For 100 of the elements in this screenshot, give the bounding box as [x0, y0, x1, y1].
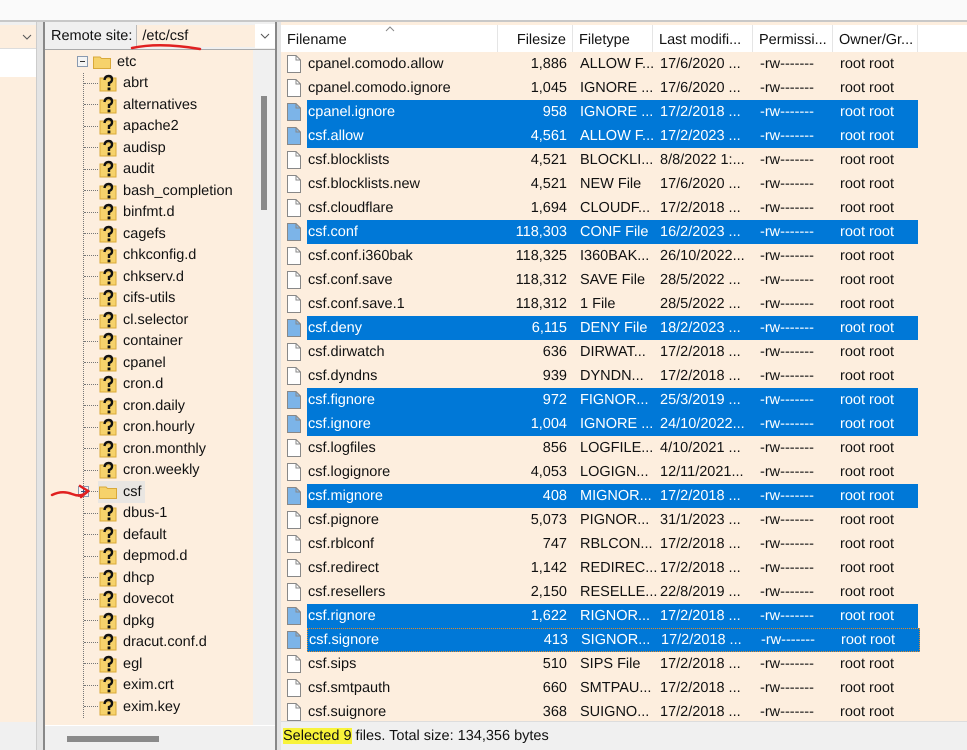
tree-item[interactable]: csf	[98, 481, 145, 502]
file-icon	[287, 223, 301, 241]
question-icon	[99, 354, 117, 372]
tree-item[interactable]: binfmt.d	[98, 202, 178, 223]
table-cell-text: csf.deny	[307, 320, 363, 336]
file-row[interactable]: csf.resellers 2,150 RESELLE... 22/8/2019 ... -rw------- root root	[307, 580, 918, 604]
tree-item[interactable]: dpkg	[98, 610, 158, 632]
question-icon	[99, 224, 117, 243]
table-cell-text: 16/2/2023 ...	[659, 224, 742, 240]
table-cell-text: 1,142	[530, 560, 568, 576]
file-row[interactable]: csf.cloudflare 1,694 CLOUDF... 17/2/2018 ... -rw------- root root	[307, 196, 918, 220]
table-cell-text: 17/2/2018 ...	[659, 368, 742, 384]
tree-item[interactable]: alternatives	[98, 94, 200, 116]
tree-item[interactable]: cpanel	[98, 352, 169, 374]
file-icon	[287, 271, 301, 289]
file-row[interactable]: csf.logfiles 856 LOGFILE... 4/10/2021 ... -rw------- root root	[307, 436, 918, 460]
table-cell-text: MIGNOR...	[579, 488, 653, 504]
file-row[interactable]: csf.redirect 1,142 REDIREC... 17/2/2018 ... -rw------- root root	[307, 556, 918, 580]
tree-item[interactable]: dhcp	[98, 567, 158, 588]
file-row[interactable]: csf.deny 6,115 DENY File 18/2/2023 ... -rw------- root root	[307, 316, 918, 340]
tree-item[interactable]: exim.crt	[98, 674, 177, 696]
tree-item[interactable]: container	[98, 330, 186, 352]
tree-item[interactable]: dbus-1	[98, 502, 170, 524]
table-cell-text: root root	[839, 440, 895, 456]
tree-item[interactable]: dovecot	[98, 588, 177, 610]
tree-item[interactable]: chkconfig.d	[98, 244, 200, 266]
tree-item[interactable]: audisp	[98, 137, 169, 158]
file-row[interactable]: csf.signore 413 SIGNOR... 17/2/2018 ... -rw------- root root	[307, 628, 920, 652]
tree-item[interactable]: egl	[98, 653, 146, 674]
table-cell-text: csf.mignore	[307, 488, 384, 504]
file-row[interactable]: csf.conf 118,303 CONF File 16/2/2023 ... -rw------- root root	[307, 220, 918, 244]
table-cell-text: 958	[542, 104, 568, 120]
table-cell-text: csf.resellers	[307, 584, 386, 600]
table-cell-text: csf.dirwatch	[307, 344, 386, 360]
table-cell-text: 5,073	[530, 512, 568, 528]
tree-item[interactable]: audit	[98, 158, 158, 180]
scrollbar-thumb[interactable]	[261, 96, 267, 210]
table-cell-text: 17/2/2018 ...	[659, 680, 742, 696]
tree-item[interactable]: cagefs	[98, 223, 169, 244]
file-row[interactable]: csf.conf.save.1 118,312 1 File 28/5/2022 ... -rw------- root root	[307, 292, 918, 316]
splitter[interactable]	[37, 22, 45, 750]
tree-item[interactable]: cron.hourly	[98, 416, 198, 438]
file-row[interactable]: csf.blocklists 4,521 BLOCKLI... 8/8/2022 1:... -rw------- root root	[307, 148, 918, 172]
table-cell-text: 1,045	[530, 80, 568, 96]
tree-item[interactable]: cron.weekly	[98, 460, 203, 481]
file-row[interactable]: csf.dyndns 939 DYNDN... 17/2/2018 ... -rw------- root root	[307, 364, 918, 388]
file-row[interactable]: csf.conf.save 118,312 SAVE File 28/5/2022 ... -rw------- root root	[307, 268, 918, 292]
remote-site-field[interactable]: /etc/csf	[136, 24, 255, 46]
table-cell-text: DYNDN...	[579, 368, 645, 384]
file-row[interactable]: csf.logignore 4,053 LOGIGN... 12/11/2021... -rw------- root root	[307, 460, 918, 484]
local-site-field[interactable]	[0, 25, 36, 49]
table-cell-text: 17/2/2018 ...	[659, 104, 742, 120]
file-row[interactable]: cpanel.comodo.ignore 1,045 IGNORE ... 17/6/2020 ... -rw------- root root	[307, 76, 918, 100]
table-cell-text: -rw-------	[759, 224, 815, 240]
table-cell-text: 4,561	[530, 128, 568, 144]
tree-item[interactable]: etc	[92, 51, 140, 72]
table-cell-text: -rw-------	[759, 104, 815, 120]
tree-item[interactable]: bash_completion	[98, 180, 236, 202]
question-icon	[99, 654, 117, 673]
tree-item[interactable]: exim.key	[98, 696, 184, 718]
splitter[interactable]	[275, 22, 281, 750]
tree-item[interactable]: depmod.d	[98, 546, 190, 567]
file-row[interactable]: csf.smtpauth 660 SMTPAU... 17/2/2018 ... -rw------- root root	[307, 676, 918, 700]
tree-item[interactable]: cl.selector	[98, 309, 192, 330]
file-row[interactable]: cpanel.ignore 958 IGNORE ... 17/2/2018 ... -rw------- root root	[307, 100, 918, 124]
file-row[interactable]: csf.rblconf 747 RBLCON... 17/2/2018 ... -rw------- root root	[307, 532, 918, 556]
tree-item[interactable]: default	[98, 524, 170, 546]
file-row[interactable]: csf.conf.i360bak 118,325 I360BAK... 26/10/2022... -rw------- root root	[307, 244, 918, 268]
file-row[interactable]: csf.suignore 368 SUIGNO... 17/2/2018 ... -rw------- root root	[307, 700, 918, 721]
table-cell-text: 747	[542, 536, 568, 552]
file-row[interactable]: csf.mignore 408 MIGNOR... 17/2/2018 ... -rw------- root root	[307, 484, 918, 508]
table-cell-text: 2,150	[530, 584, 568, 600]
table-cell-text: csf.pignore	[307, 512, 380, 528]
table-cell-text: csf.conf	[307, 224, 359, 240]
file-row[interactable]: csf.pignore 5,073 PIGNOR... 31/1/2023 ... -rw------- root root	[307, 508, 918, 532]
tree-item[interactable]: chkserv.d	[98, 266, 187, 288]
file-row[interactable]: cpanel.comodo.allow 1,886 ALLOW F... 17/6/2020 ... -rw------- root root	[307, 52, 918, 76]
file-row[interactable]: csf.dirwatch 636 DIRWAT... 17/2/2018 ... -rw------- root root	[307, 340, 918, 364]
tree-item[interactable]: abrt	[98, 72, 151, 94]
file-row[interactable]: csf.allow 4,561 ALLOW F... 17/2/2023 ... -rw------- root root	[307, 124, 918, 148]
file-row[interactable]: csf.fignore 972 FIGNOR... 25/3/2019 ... -rw------- root root	[307, 388, 918, 412]
file-row[interactable]: csf.rignore 1,622 RIGNOR... 17/2/2018 ... -rw------- root root	[307, 604, 918, 628]
collapse-icon[interactable]	[77, 56, 88, 68]
file-row[interactable]: csf.sips 510 SIPS File 17/2/2018 ... -rw------- root root	[307, 652, 918, 676]
tree-item[interactable]: dracut.conf.d	[98, 632, 210, 653]
table-cell-text: 1,004	[530, 416, 568, 432]
tree-item[interactable]: apache2	[98, 116, 182, 137]
file-row[interactable]: csf.ignore 1,004 IGNORE ... 24/10/2022... -rw------- root root	[307, 412, 918, 436]
tree-item[interactable]: cron.monthly	[98, 438, 210, 460]
file-icon	[287, 55, 301, 73]
tree-item[interactable]: cifs-utils	[98, 288, 178, 309]
dropdown-button[interactable]	[255, 24, 275, 48]
scrollbar-thumb[interactable]	[67, 736, 159, 742]
tree-item[interactable]: cron.d	[98, 374, 166, 395]
table-cell-text: root root	[839, 272, 895, 288]
table-cell-text: root root	[839, 584, 895, 600]
list-background	[0, 49, 36, 77]
table-cell-text: 28/5/2022 ...	[659, 272, 742, 288]
tree-item[interactable]: cron.daily	[98, 395, 188, 416]
file-row[interactable]: csf.blocklists.new 4,521 NEW File 17/6/2020 ... -rw------- root root	[307, 172, 918, 196]
